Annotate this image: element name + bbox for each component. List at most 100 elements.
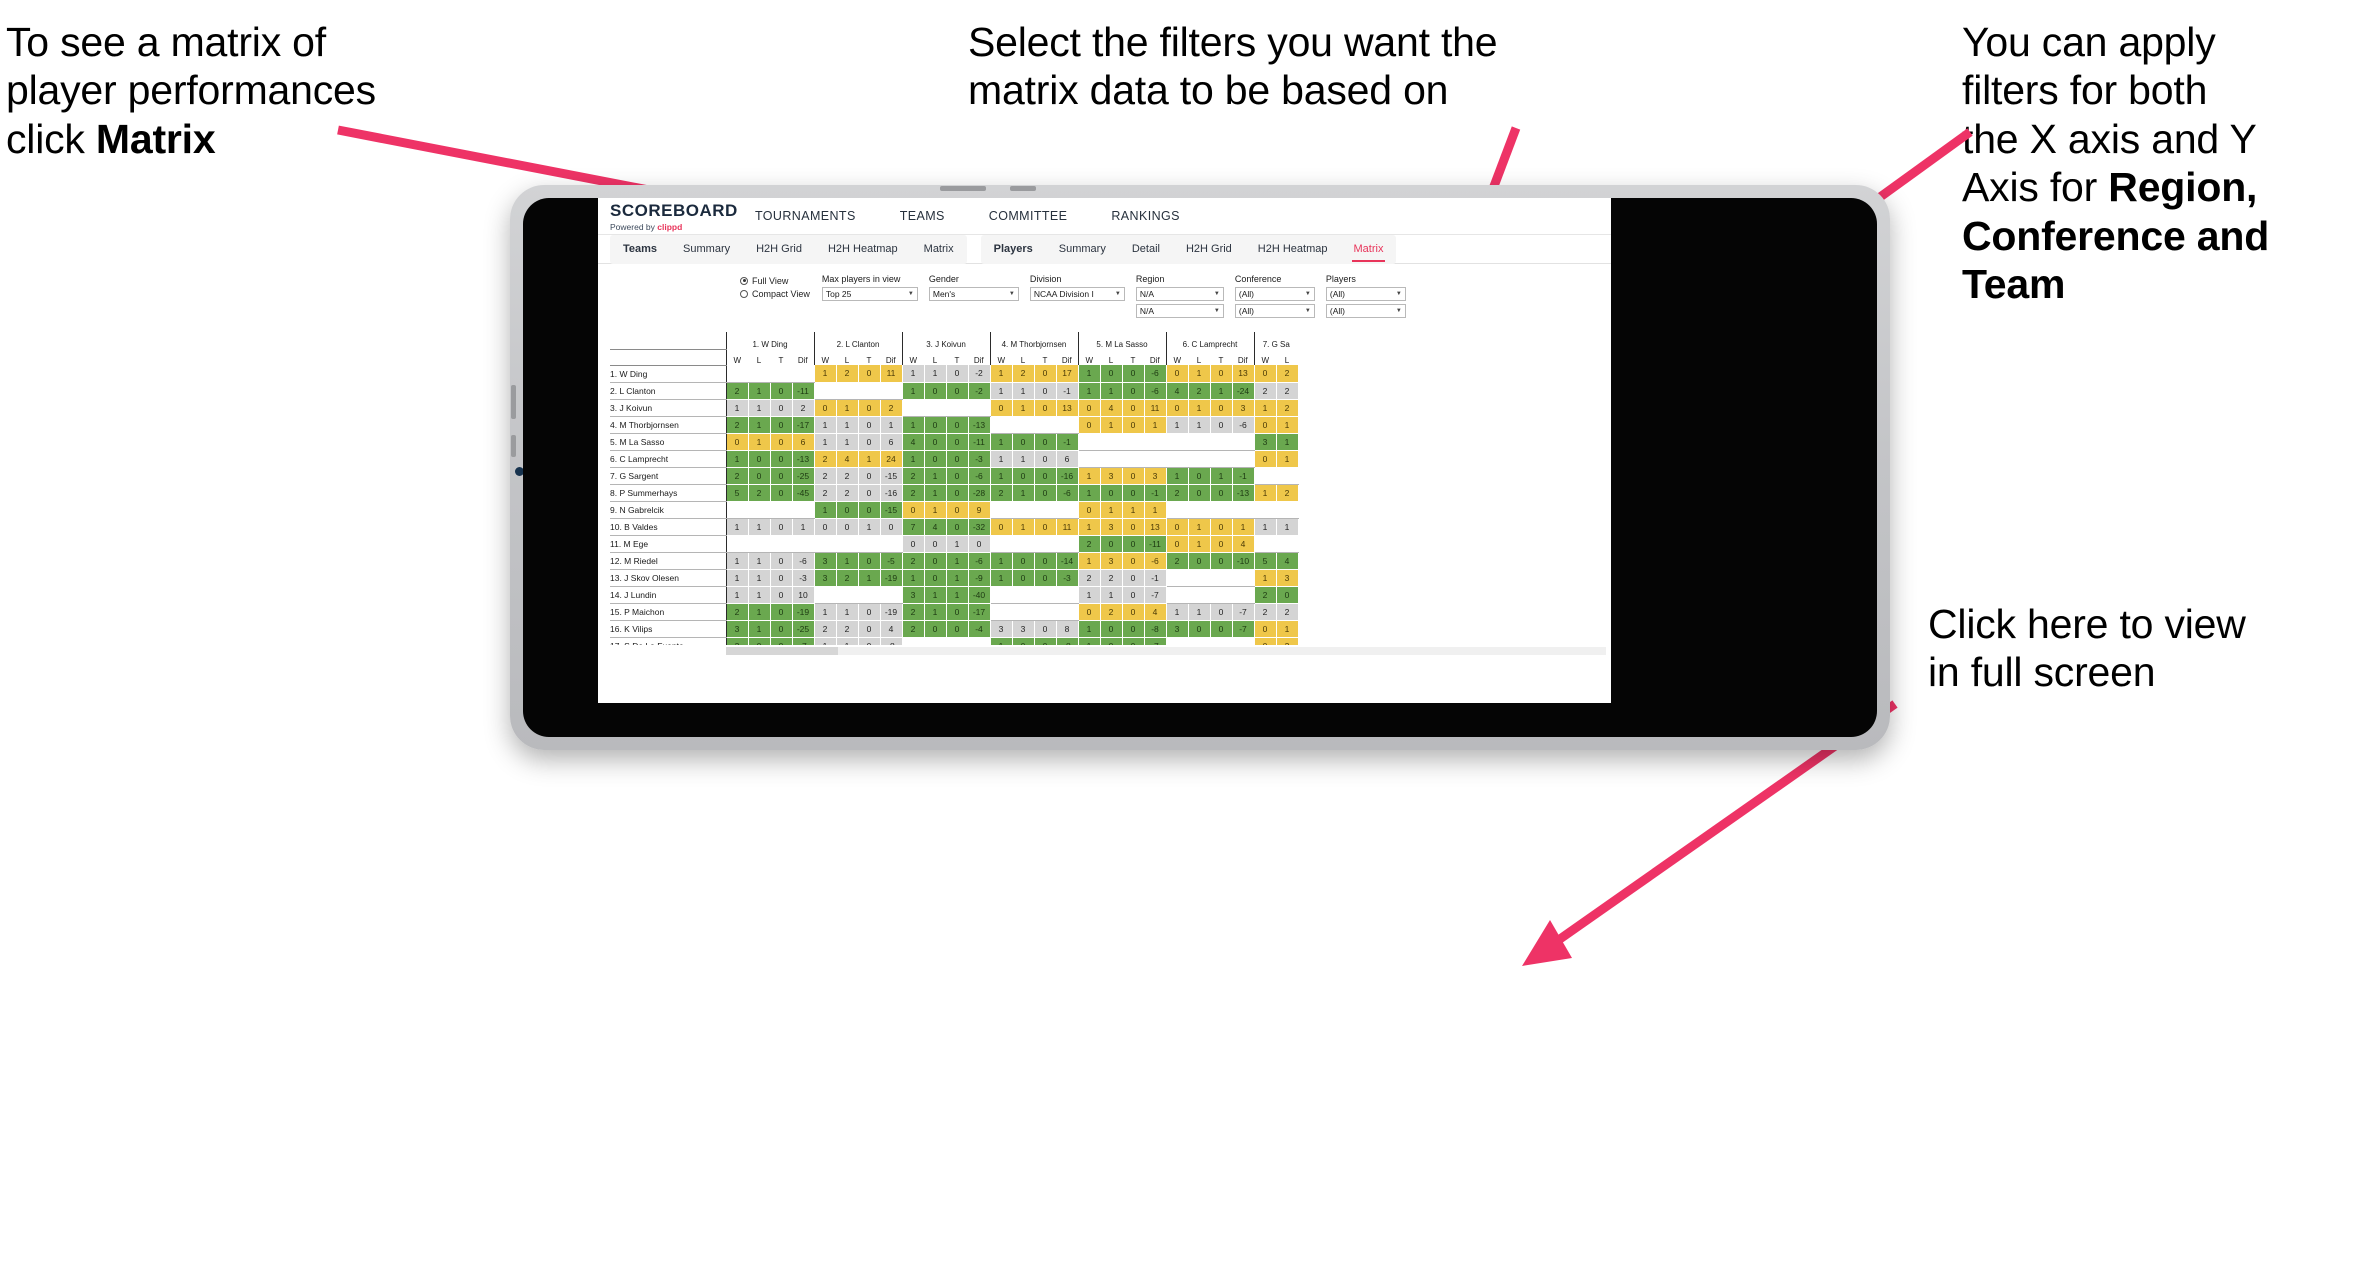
matrix-cell[interactable]: 0 [770,518,793,536]
matrix-cell[interactable]: 0 [770,450,793,468]
matrix-cell[interactable]: 0 [1100,365,1123,383]
matrix-cell[interactable] [1144,450,1167,468]
matrix-cell[interactable]: 2 [901,467,925,485]
matrix-cell[interactable]: 0 [1188,484,1211,502]
matrix-cell[interactable]: 1 [813,637,837,645]
matrix-cell[interactable] [1122,450,1145,468]
matrix-cell[interactable]: 0 [1034,365,1057,383]
matrix-cell[interactable]: 2 [1276,382,1299,400]
matrix-cell[interactable]: 0 [858,501,881,519]
matrix-cell[interactable]: 0 [1012,569,1035,587]
matrix-cell[interactable]: -14 [1056,552,1079,570]
matrix-cell[interactable]: 1 [1077,467,1101,485]
matrix-cell[interactable]: 0 [725,433,749,451]
matrix-cell[interactable]: 4 [901,433,925,451]
matrix-cell[interactable]: -6 [1144,365,1167,383]
matrix-cell[interactable]: 0 [770,399,793,417]
matrix-cell[interactable] [1012,416,1035,434]
matrix-cell[interactable]: -8 [1056,637,1079,645]
matrix-cell[interactable]: 0 [1100,535,1123,553]
matrix-cell[interactable]: 1 [924,365,947,383]
matrix-cell[interactable]: 0 [1034,382,1057,400]
matrix-cell[interactable]: -6 [968,552,991,570]
matrix-cell[interactable]: 1 [901,382,925,400]
matrix-cell[interactable]: 2 [1165,484,1189,502]
matrix-cell[interactable]: -15 [880,501,903,519]
matrix-cell[interactable]: 0 [1034,637,1057,645]
matrix-cell[interactable] [1012,603,1035,621]
matrix-cell[interactable]: 0 [1165,399,1189,417]
matrix-cell[interactable]: 2 [748,484,771,502]
matrix-cell[interactable] [901,399,925,417]
matrix-cell[interactable]: 0 [946,416,969,434]
matrix-cell[interactable]: 0 [1034,552,1057,570]
subnav-teams-h2h-heatmap[interactable]: H2H Heatmap [815,235,911,264]
matrix-cell[interactable]: 2 [1253,603,1277,621]
matrix-cell[interactable]: 0 [946,450,969,468]
matrix-cell[interactable]: 1 [901,416,925,434]
matrix-cell[interactable]: 0 [1165,535,1189,553]
matrix-cell[interactable]: 0 [813,399,837,417]
matrix-cell[interactable]: 1 [748,603,771,621]
matrix-cell[interactable]: 1 [813,433,837,451]
matrix-cell[interactable]: 0 [858,620,881,638]
matrix-cell[interactable] [858,535,881,553]
matrix-cell[interactable]: 1 [748,416,771,434]
filter-region-select-x[interactable]: N/A ▼ [1135,287,1224,301]
subnav-teams-summary[interactable]: Summary [670,235,743,264]
matrix-cell[interactable] [1012,501,1035,519]
matrix-cell[interactable]: 0 [1122,484,1145,502]
matrix-cell[interactable]: -6 [1144,382,1167,400]
matrix-cell[interactable]: 2 [1276,484,1299,502]
matrix-cell[interactable]: 2 [880,399,903,417]
matrix-cell[interactable]: 3 [1012,620,1035,638]
matrix-cell[interactable]: 2 [901,603,925,621]
matrix-cell[interactable] [1165,586,1189,604]
matrix-cell[interactable] [792,501,815,519]
matrix-cell[interactable]: 0 [924,450,947,468]
matrix-cell[interactable]: 0 [924,552,947,570]
matrix-cell[interactable]: 3 [1100,518,1123,536]
matrix-cell[interactable]: 1 [748,552,771,570]
matrix-cell[interactable]: 2 [813,484,837,502]
matrix-cell[interactable]: 1 [924,484,947,502]
matrix-cell[interactable]: 2 [725,603,749,621]
matrix-cell[interactable]: 0 [858,399,881,417]
matrix-cell[interactable]: 1 [1210,382,1233,400]
matrix-cell[interactable]: -2 [968,382,991,400]
matrix-cell[interactable]: 2 [1253,586,1277,604]
matrix-cell[interactable]: 0 [1034,450,1057,468]
matrix-cell[interactable]: 1 [1188,365,1211,383]
matrix-cell[interactable]: 1 [813,416,837,434]
matrix-cell[interactable]: 1 [1188,603,1211,621]
matrix-cell[interactable]: 2 [792,399,815,417]
matrix-cell[interactable] [858,586,881,604]
matrix-cell[interactable]: 11 [880,365,903,383]
matrix-cell[interactable] [770,365,793,383]
matrix-cell[interactable] [770,501,793,519]
matrix-cell[interactable]: 0 [836,518,859,536]
matrix-cell[interactable]: 1 [813,603,837,621]
matrix-cell[interactable]: 4 [1276,552,1299,570]
matrix-cell[interactable]: -2 [968,365,991,383]
matrix-cell[interactable]: -17 [968,603,991,621]
radio-compact-view[interactable]: Compact View [740,287,810,300]
matrix-cell[interactable]: 0 [1077,416,1101,434]
matrix-cell[interactable]: 0 [1122,535,1145,553]
matrix-cell[interactable]: 0 [1077,603,1101,621]
matrix-cell[interactable]: 13 [1056,399,1079,417]
matrix-cell[interactable] [1210,637,1233,645]
matrix-cell[interactable]: 0 [924,620,947,638]
matrix-cell[interactable] [1165,450,1189,468]
matrix-cell[interactable]: 0 [1100,620,1123,638]
matrix-cell[interactable]: -17 [792,416,815,434]
filter-conference-select-x[interactable]: (All) ▼ [1234,287,1315,301]
matrix-cell[interactable]: 0 [1034,433,1057,451]
matrix-cell[interactable]: 3 [1165,620,1189,638]
matrix-cell[interactable]: 0 [1122,365,1145,383]
matrix-cell[interactable]: -11 [1144,535,1167,553]
matrix-cell[interactable]: 6 [880,433,903,451]
matrix-cell[interactable] [1122,433,1145,451]
matrix-cell[interactable]: 0 [901,501,925,519]
matrix-cell[interactable]: 3 [1100,552,1123,570]
